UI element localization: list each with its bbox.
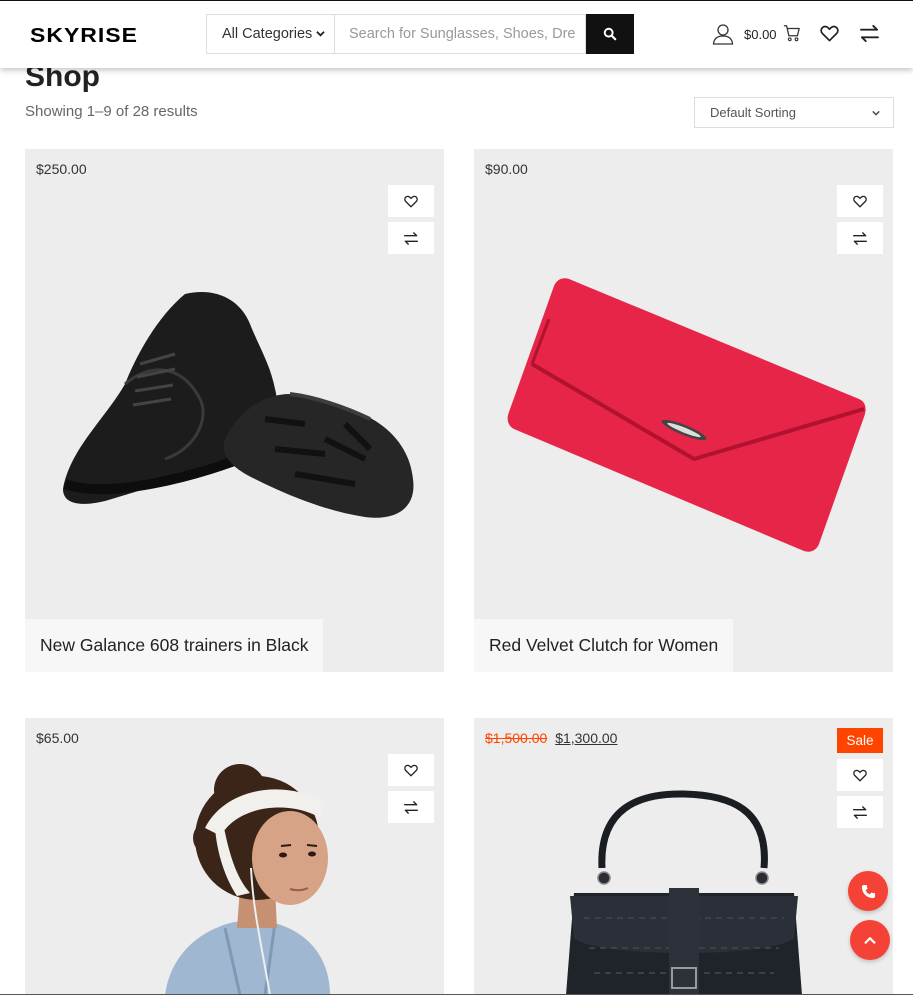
chevron-down-icon [872, 110, 880, 116]
search-icon [603, 27, 617, 41]
product-name[interactable]: Red Velvet Clutch for Women [474, 619, 734, 672]
product-name[interactable]: New Galance 608 trainers in Black [25, 619, 324, 672]
phone-icon [861, 884, 875, 898]
chevron-up-icon [864, 937, 876, 944]
category-select[interactable]: All Categories [206, 14, 334, 54]
cart-icon [783, 25, 800, 42]
user-icon [712, 24, 734, 45]
site-logo[interactable]: SKYRISE [30, 23, 156, 47]
cart-amount[interactable]: $0.00 [744, 27, 777, 42]
call-button[interactable] [848, 871, 888, 911]
product-card[interactable]: $65.00 [25, 718, 444, 995]
scroll-to-top-button[interactable] [850, 920, 890, 960]
search-bar: All Categories Search for Sunglasses, Sh… [206, 14, 634, 54]
site-header: SKYRISE All Categories Search for Sungla… [0, 1, 913, 68]
logo-text: SKYRISE [30, 23, 138, 47]
product-image-handbag[interactable] [474, 718, 893, 995]
category-select-value: All Categories [222, 26, 313, 42]
product-image-trainers[interactable] [25, 149, 444, 672]
compare-button[interactable] [860, 25, 879, 47]
product-card[interactable]: $1,500.00 $1,300.00 Sale [474, 718, 893, 995]
sorting-select[interactable]: Default Sorting [694, 97, 894, 128]
heart-icon [820, 25, 839, 42]
search-placeholder: Search for Sunglasses, Shoes, Dre [349, 26, 576, 42]
result-count: Showing 1–9 of 28 results [25, 103, 198, 120]
product-card[interactable]: $250.00 New Galance 608 trainers in Blac… [25, 149, 444, 672]
search-input[interactable]: Search for Sunglasses, Shoes, Dre [334, 14, 586, 54]
wishlist-button[interactable] [820, 25, 839, 47]
product-image-clutch[interactable] [474, 149, 893, 672]
chevron-down-icon [316, 31, 325, 37]
product-card[interactable]: $90.00 Red Velvet Clutch for Women [474, 149, 893, 672]
cart-button[interactable] [783, 24, 801, 47]
compare-icon [860, 25, 879, 42]
sorting-value: Default Sorting [710, 105, 796, 120]
search-button[interactable] [586, 14, 634, 54]
account-button[interactable] [712, 23, 734, 50]
product-image-woman[interactable] [25, 718, 444, 995]
